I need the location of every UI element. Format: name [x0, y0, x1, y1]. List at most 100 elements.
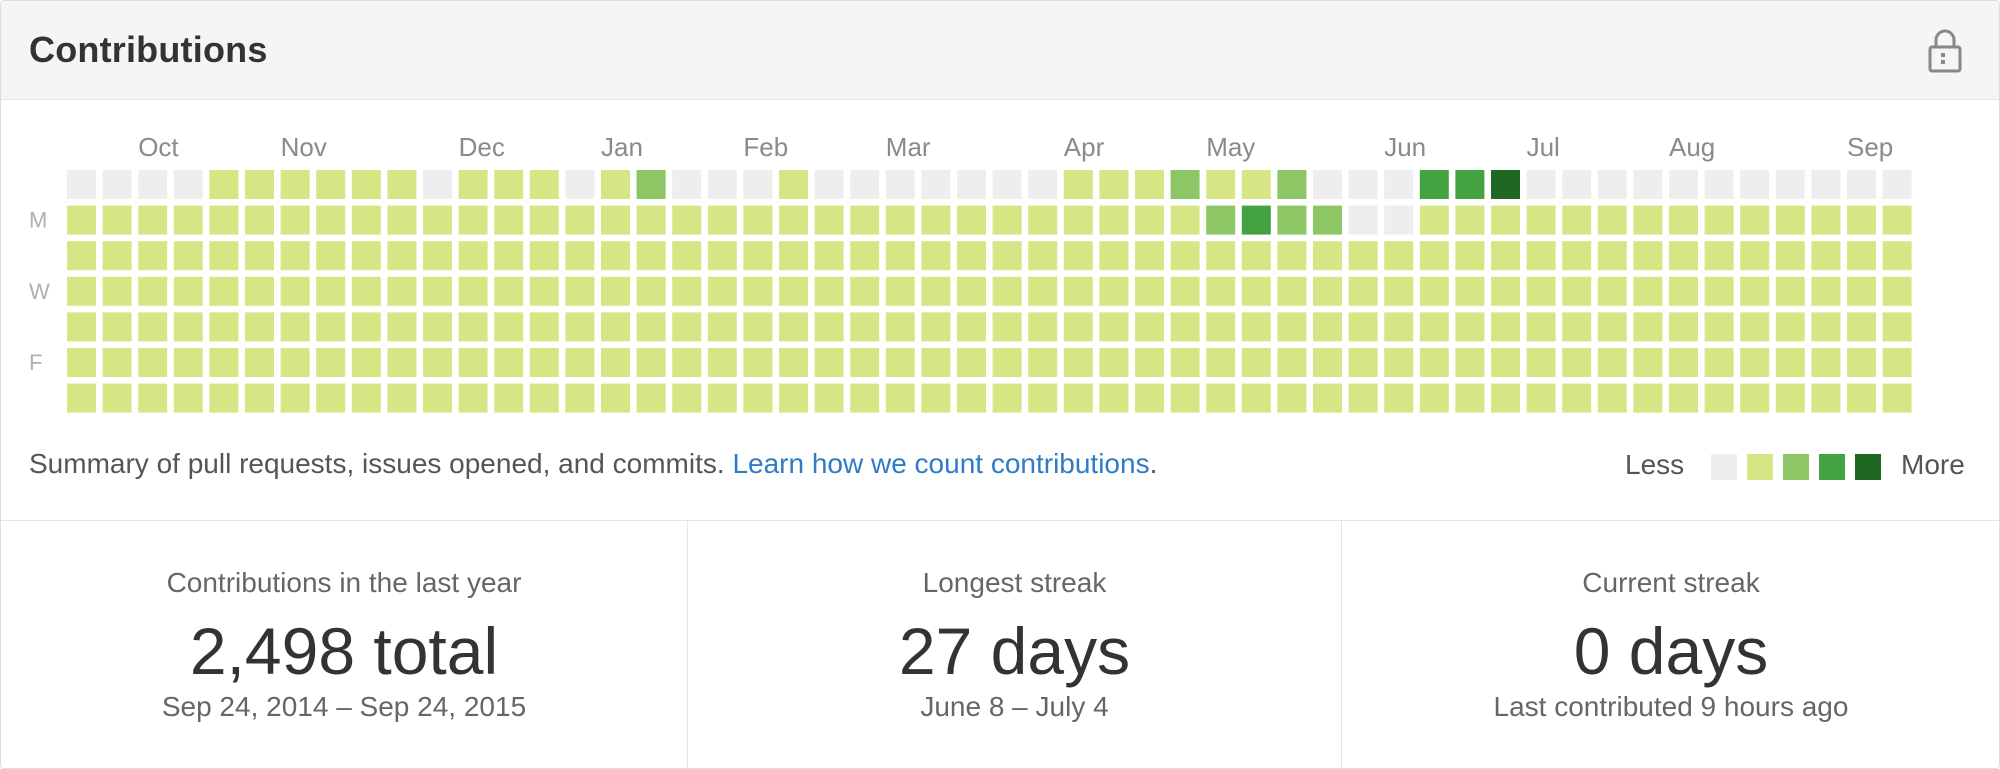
- contribution-day-cell[interactable]: [1384, 312, 1414, 342]
- contribution-day-cell[interactable]: [1740, 383, 1770, 413]
- contribution-day-cell[interactable]: [1775, 205, 1805, 235]
- contribution-day-cell[interactable]: [102, 312, 132, 342]
- contribution-day-cell[interactable]: [1669, 241, 1698, 271]
- contribution-day-cell[interactable]: [707, 241, 737, 271]
- contribution-day-cell[interactable]: [1526, 276, 1556, 306]
- contribution-day-cell[interactable]: [1206, 205, 1236, 235]
- contribution-day-cell[interactable]: [1597, 383, 1627, 413]
- contribution-day-cell[interactable]: [1384, 348, 1414, 377]
- contribution-day-cell[interactable]: [1633, 383, 1663, 413]
- contribution-day-cell[interactable]: [1775, 276, 1805, 306]
- contribution-day-cell[interactable]: [1063, 276, 1093, 306]
- contribution-day-cell[interactable]: [707, 170, 737, 199]
- contribution-day-cell[interactable]: [1597, 205, 1627, 235]
- contribution-day-cell[interactable]: [387, 170, 417, 199]
- contribution-day-cell[interactable]: [1704, 276, 1734, 306]
- contribution-day-cell[interactable]: [707, 348, 737, 377]
- contribution-day-cell[interactable]: [209, 276, 239, 306]
- contribution-day-cell[interactable]: [1419, 348, 1449, 377]
- contribution-day-cell[interactable]: [280, 383, 310, 413]
- contribution-day-cell[interactable]: [601, 241, 630, 271]
- contribution-day-cell[interactable]: [423, 383, 452, 413]
- contribution-day-cell[interactable]: [1313, 312, 1342, 342]
- contribution-day-cell[interactable]: [1063, 348, 1093, 377]
- contribution-day-cell[interactable]: [1526, 170, 1556, 199]
- contribution-day-cell[interactable]: [992, 348, 1022, 377]
- contribution-day-cell[interactable]: [316, 312, 346, 342]
- contribution-day-cell[interactable]: [1669, 312, 1698, 342]
- contribution-day-cell[interactable]: [1206, 348, 1236, 377]
- contribution-day-cell[interactable]: [1241, 348, 1271, 377]
- contribution-day-cell[interactable]: [316, 348, 346, 377]
- contribution-day-cell[interactable]: [67, 241, 96, 271]
- contribution-day-cell[interactable]: [1170, 383, 1200, 413]
- contribution-day-cell[interactable]: [1740, 312, 1770, 342]
- contribution-day-cell[interactable]: [707, 205, 737, 235]
- contribution-day-cell[interactable]: [1348, 170, 1378, 199]
- contribution-day-cell[interactable]: [1206, 170, 1236, 199]
- contribution-day-cell[interactable]: [1811, 276, 1841, 306]
- contribution-day-cell[interactable]: [316, 205, 346, 235]
- contribution-day-cell[interactable]: [1597, 312, 1627, 342]
- contribution-day-cell[interactable]: [779, 348, 808, 377]
- contribution-day-cell[interactable]: [1455, 276, 1485, 306]
- contribution-day-cell[interactable]: [1313, 348, 1342, 377]
- contribution-day-cell[interactable]: [707, 312, 737, 342]
- contribution-day-cell[interactable]: [316, 241, 346, 271]
- contribution-day-cell[interactable]: [743, 241, 773, 271]
- contribution-day-cell[interactable]: [494, 170, 524, 199]
- contribution-day-cell[interactable]: [921, 276, 951, 306]
- contribution-day-cell[interactable]: [423, 205, 452, 235]
- contribution-day-cell[interactable]: [743, 205, 773, 235]
- contribution-day-cell[interactable]: [779, 241, 808, 271]
- contribution-day-cell[interactable]: [458, 170, 488, 199]
- contribution-day-cell[interactable]: [1170, 170, 1200, 199]
- contribution-day-cell[interactable]: [565, 170, 595, 199]
- contribution-day-cell[interactable]: [209, 383, 239, 413]
- contribution-day-cell[interactable]: [1170, 276, 1200, 306]
- contribution-day-cell[interactable]: [743, 276, 773, 306]
- contribution-day-cell[interactable]: [1669, 205, 1698, 235]
- contribution-day-cell[interactable]: [529, 170, 559, 199]
- contribution-day-cell[interactable]: [1099, 276, 1129, 306]
- contribution-day-cell[interactable]: [1099, 348, 1129, 377]
- contribution-day-cell[interactable]: [351, 276, 381, 306]
- contribution-day-cell[interactable]: [1562, 241, 1592, 271]
- contribution-day-cell[interactable]: [565, 348, 595, 377]
- contribution-day-cell[interactable]: [1099, 383, 1129, 413]
- contribution-day-cell[interactable]: [1241, 383, 1271, 413]
- contribution-day-cell[interactable]: [67, 348, 96, 377]
- contribution-day-cell[interactable]: [458, 241, 488, 271]
- contribution-day-cell[interactable]: [672, 276, 702, 306]
- contribution-day-cell[interactable]: [1384, 241, 1414, 271]
- contribution-day-cell[interactable]: [1455, 205, 1485, 235]
- contribution-day-cell[interactable]: [1099, 205, 1129, 235]
- contribution-day-cell[interactable]: [1419, 312, 1449, 342]
- contribution-day-cell[interactable]: [957, 383, 986, 413]
- contribution-day-cell[interactable]: [1384, 383, 1414, 413]
- contribution-day-cell[interactable]: [1063, 205, 1093, 235]
- contribution-day-cell[interactable]: [173, 383, 203, 413]
- contribution-day-cell[interactable]: [921, 205, 951, 235]
- contribution-day-cell[interactable]: [387, 276, 417, 306]
- contribution-day-cell[interactable]: [173, 312, 203, 342]
- contribution-day-cell[interactable]: [387, 205, 417, 235]
- contribution-day-cell[interactable]: [1348, 241, 1378, 271]
- contribution-day-cell[interactable]: [529, 205, 559, 235]
- contribution-day-cell[interactable]: [850, 276, 880, 306]
- contribution-day-cell[interactable]: [885, 241, 915, 271]
- contribution-day-cell[interactable]: [921, 348, 951, 377]
- contribution-day-cell[interactable]: [280, 312, 310, 342]
- contribution-day-cell[interactable]: [1562, 276, 1592, 306]
- contribution-day-cell[interactable]: [707, 383, 737, 413]
- contribution-day-cell[interactable]: [245, 276, 274, 306]
- contribution-day-cell[interactable]: [1775, 241, 1805, 271]
- contribution-day-cell[interactable]: [921, 170, 951, 199]
- contribution-day-cell[interactable]: [1419, 383, 1449, 413]
- contribution-day-cell[interactable]: [779, 312, 808, 342]
- contribution-day-cell[interactable]: [1491, 276, 1520, 306]
- contribution-day-cell[interactable]: [1882, 241, 1912, 271]
- contribution-day-cell[interactable]: [850, 170, 880, 199]
- contribution-day-cell[interactable]: [1384, 205, 1414, 235]
- contribution-day-cell[interactable]: [565, 312, 595, 342]
